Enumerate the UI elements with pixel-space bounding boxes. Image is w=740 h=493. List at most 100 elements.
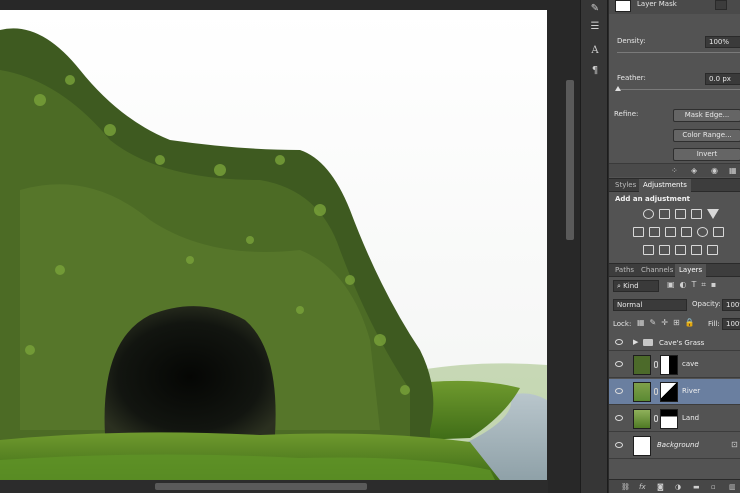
mask-thumbnail [615,0,631,12]
refine-label: Refine: [614,110,639,118]
layer-mask-thumbnail[interactable] [660,382,678,402]
tab-paths[interactable]: Paths [611,264,638,277]
properties-header: Layer Mask [609,0,740,14]
fill-field[interactable]: 100% [722,318,740,330]
folder-icon [643,339,653,346]
feather-slider-track[interactable] [617,89,740,90]
folder-icon[interactable]: ▬ [693,483,700,491]
mask-link-icon[interactable] [654,361,658,368]
gradient-map-icon[interactable] [691,245,702,255]
layer-row-background[interactable]: Background ⊡ [609,433,740,459]
cave-landscape-image [0,10,547,480]
layer-name: Cave's Grass [659,339,705,347]
layer-name: cave [682,360,699,368]
feather-slider-knob[interactable] [615,86,621,91]
visibility-eye-icon[interactable] [615,339,623,345]
link-icon[interactable]: ⛓ [621,483,630,491]
channel-mixer-icon[interactable] [697,227,708,237]
feather-field[interactable]: 0.0 px [705,73,740,85]
layer-row-land[interactable]: Land [609,406,740,432]
tab-styles[interactable]: Styles [611,179,640,192]
layers-footer: ⛓ fx ◙ ◑ ▬ ▫ ▥ [609,479,740,493]
color-range-button[interactable]: Color Range... [673,129,740,142]
visibility-eye-icon[interactable] [615,388,623,394]
curves-icon[interactable] [675,209,686,219]
load-selection-icon[interactable]: ⁘ [671,166,678,175]
blend-mode-select[interactable]: Normal [613,299,687,311]
posterize-icon[interactable] [659,245,670,255]
density-slider-track[interactable] [617,52,740,53]
layers-tabbar: Paths Channels Layers [609,263,740,277]
adjustment-icon[interactable]: ◑ [675,483,681,491]
hue-saturation-icon[interactable] [633,227,644,237]
trash-icon[interactable]: ▥ [729,483,736,491]
feather-label: Feather: [617,74,646,82]
visibility-eye-icon[interactable] [615,442,623,448]
layer-mask-thumbnail[interactable] [660,355,678,375]
document-canvas-area[interactable] [0,0,580,493]
paragraph-icon[interactable]: ¶ [587,64,603,78]
visibility-icon[interactable]: ◉ [711,166,718,175]
tab-adjustments[interactable]: Adjustments [639,179,691,192]
black-white-icon[interactable] [665,227,676,237]
layer-name: Background [657,441,699,449]
right-panel: Layer Mask Density: 100% Feather: 0.0 px… [608,0,740,493]
layer-thumbnail [633,436,651,456]
layer-thumbnail [633,355,651,375]
layer-filter-icons[interactable]: ▣◐T⌗▪ [667,280,740,292]
vertical-scrollbar[interactable] [566,80,574,240]
exposure-icon[interactable] [691,209,702,219]
invert-adjustment-icon[interactable] [643,245,654,255]
pixel-mask-icon[interactable] [715,0,727,10]
density-label: Density: [617,37,646,45]
selective-color-icon[interactable] [707,245,718,255]
layer-name: Land [682,414,700,422]
photo-filter-icon[interactable] [681,227,692,237]
color-balance-icon[interactable] [649,227,660,237]
threshold-icon[interactable] [675,245,686,255]
delete-mask-icon[interactable]: ▦ [729,166,737,175]
brightness-contrast-icon[interactable] [643,209,654,219]
adjustments-heading: Add an adjustment [615,195,691,203]
layer-row-cave[interactable]: cave [609,352,740,378]
layer-mask-thumbnail[interactable] [660,409,678,429]
opacity-label: Opacity: [692,300,721,308]
character-icon[interactable]: A [587,44,603,58]
properties-header-label: Layer Mask [637,0,677,8]
layer-thumbnail [633,409,651,429]
sliders-icon[interactable]: ☰ [587,20,603,34]
layer-thumbnail [633,382,651,402]
cave-artwork[interactable] [0,10,547,480]
lock-icons[interactable]: ▦✎✛⊞🔒 [637,318,700,327]
properties-footer: ⁘ ◈ ◉ ▦ [609,163,740,177]
tab-layers[interactable]: Layers [675,264,707,277]
layer-name: River [682,387,701,395]
lock-icon: ⊡ [731,440,738,449]
apply-mask-icon[interactable]: ◈ [691,166,697,175]
horizontal-scrollbar-thumb[interactable] [155,483,367,490]
visibility-eye-icon[interactable] [615,415,623,421]
mask-link-icon[interactable] [654,415,658,422]
fx-icon[interactable]: fx [639,483,646,491]
mask-link-icon[interactable] [654,388,658,395]
fill-label: Fill: [708,320,720,328]
mask-icon[interactable]: ◙ [657,483,664,491]
layer-row-river[interactable]: River [609,379,740,405]
tab-channels[interactable]: Channels [637,264,677,277]
lock-label: Lock: [613,320,632,328]
layer-row-caves-grass[interactable]: ▶ Cave's Grass [609,335,740,351]
brush-tool-icon[interactable]: ✎ [587,2,603,16]
mask-edge-button[interactable]: Mask Edge... [673,109,740,122]
density-field[interactable]: 100% [705,36,740,48]
levels-icon[interactable] [659,209,670,219]
panel-tool-strip: ✎ ☰ A ¶ [580,0,608,493]
layer-filter-select[interactable]: ⌕ Kind [613,280,659,292]
invert-button[interactable]: Invert [673,148,740,161]
visibility-eye-icon[interactable] [615,361,623,367]
opacity-field[interactable]: 100% [722,299,740,311]
vibrance-icon[interactable] [707,209,719,219]
expand-triangle-icon[interactable]: ▶ [633,338,638,346]
new-layer-icon[interactable]: ▫ [711,483,716,491]
color-lookup-icon[interactable] [713,227,724,237]
layer-filter-value: Kind [623,282,639,290]
